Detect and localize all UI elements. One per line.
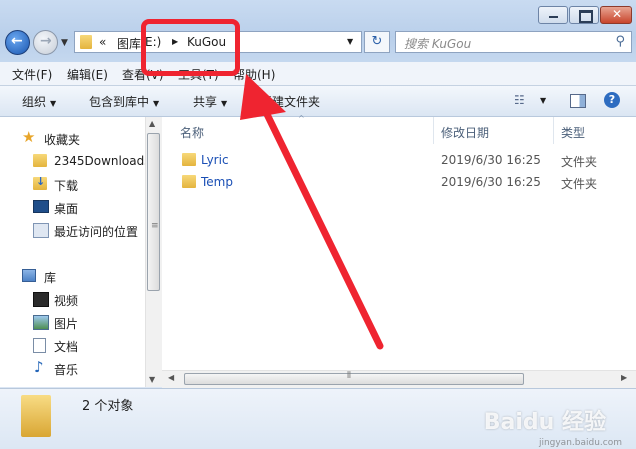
watermark-logo: Baidu 经验 (483, 410, 606, 435)
watermark-url: jingyan.baidu.com (538, 438, 622, 448)
annotation-arrow-icon (240, 74, 384, 350)
